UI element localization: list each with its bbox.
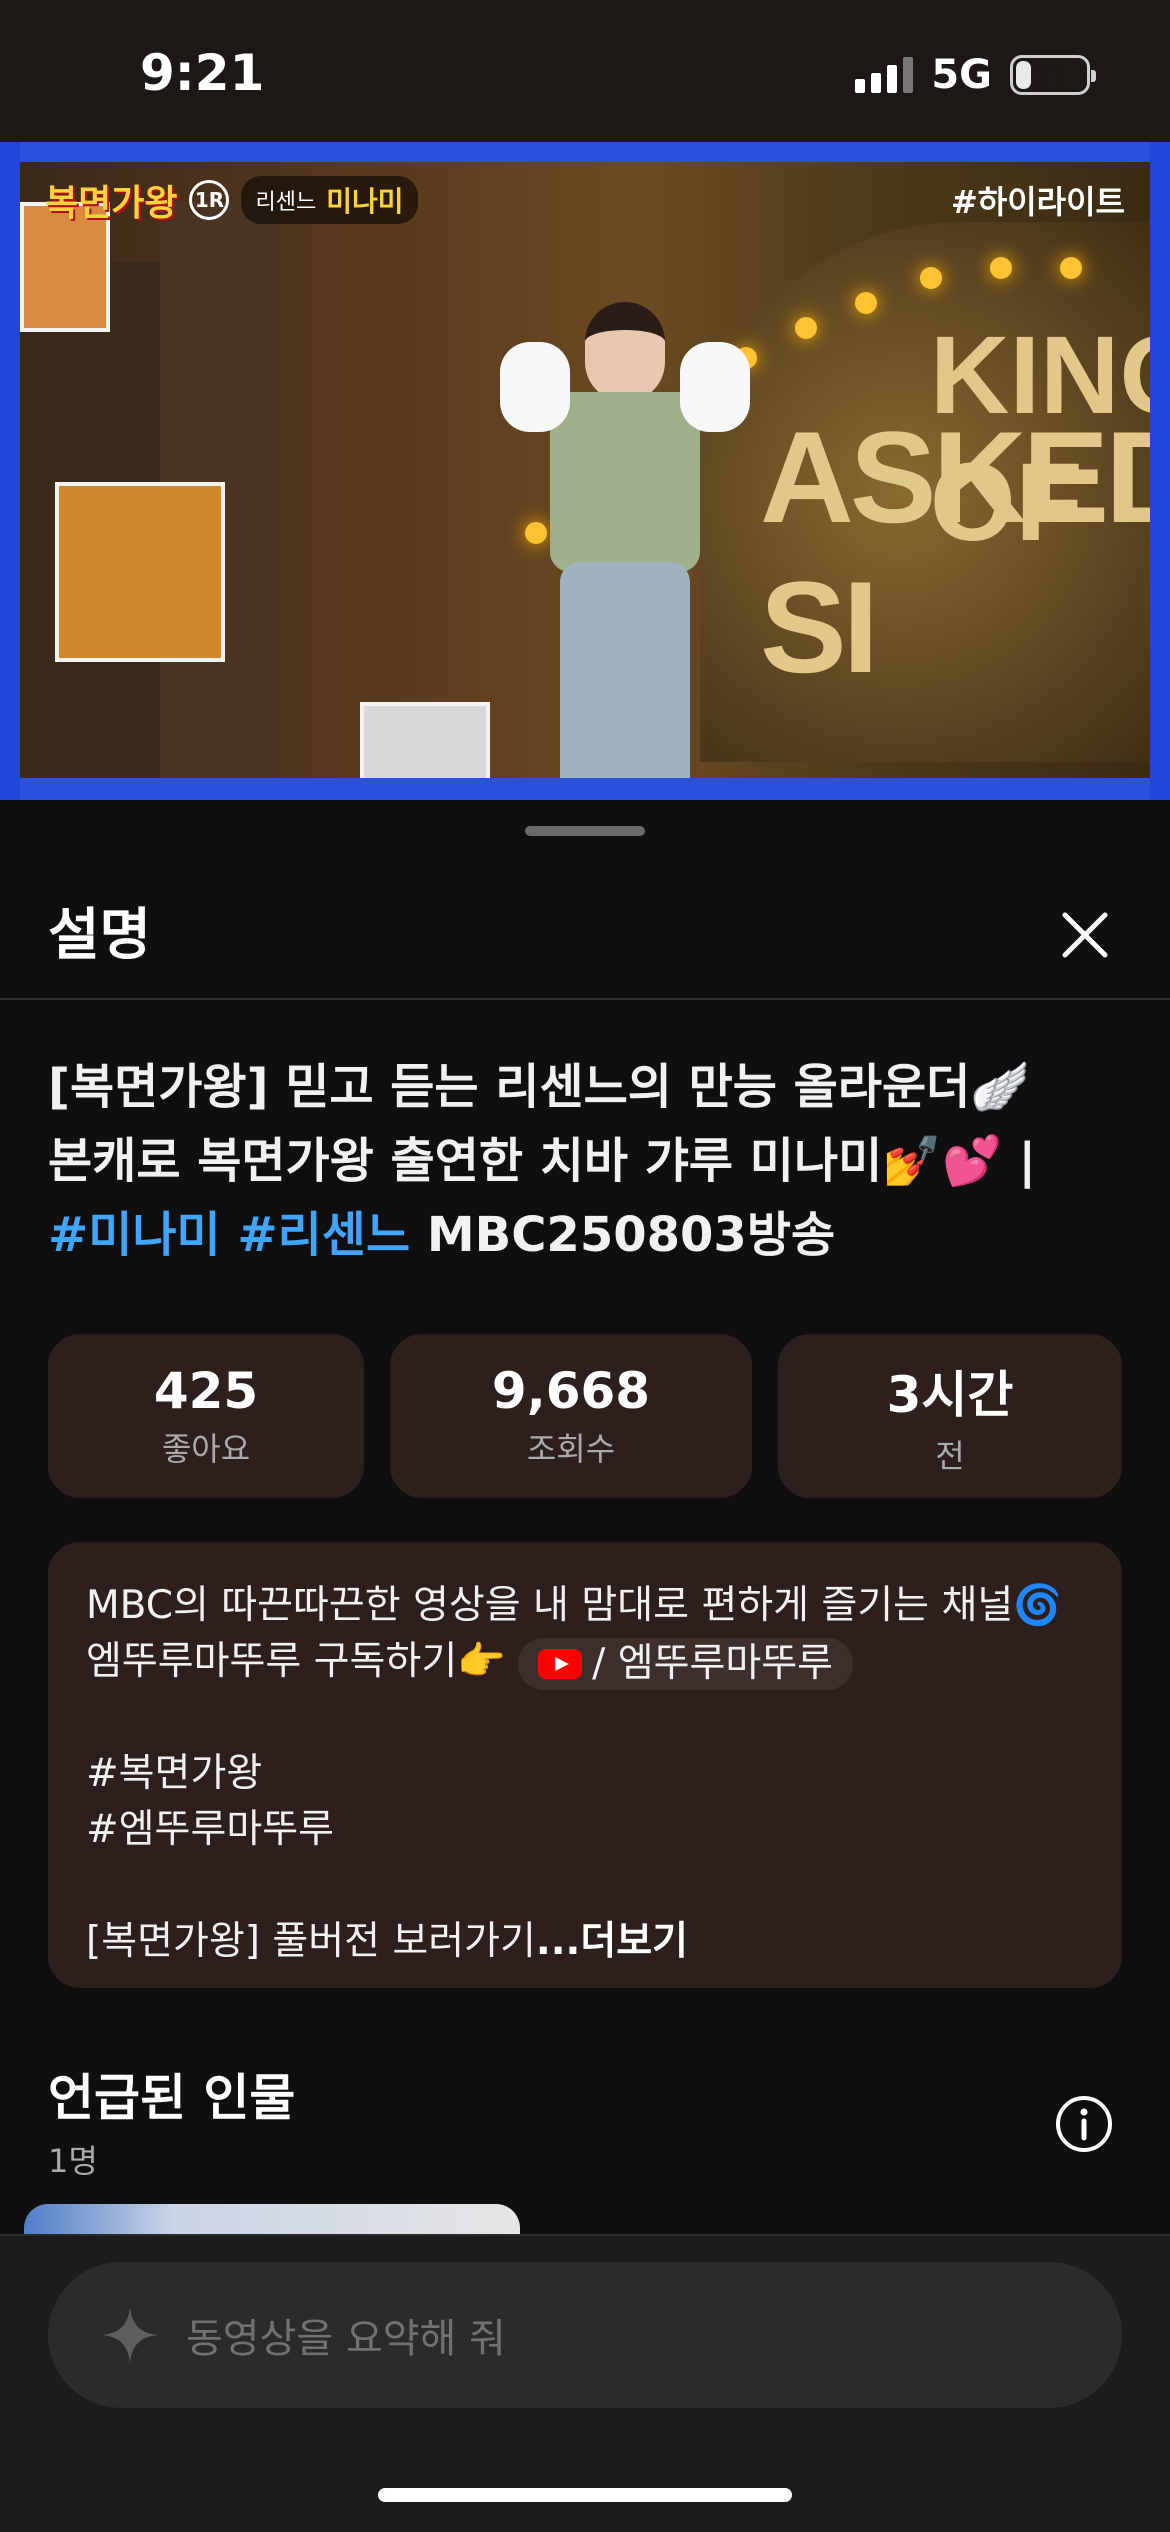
sheet-title: 설명 bbox=[48, 903, 152, 968]
ask-ai-placeholder: 동영상을 요약해 줘 bbox=[186, 2316, 506, 2362]
stage-bulb bbox=[1060, 257, 1082, 279]
stat-value: 9,668 bbox=[491, 1362, 651, 1420]
stage-bulb bbox=[990, 257, 1012, 279]
video-player[interactable]: KING OF ASKED SI 복면가왕 1R 리센느 미나미 #하이라이트 bbox=[0, 142, 1170, 800]
channel-link-label: / 엠뚜루마뚜루 bbox=[592, 1640, 833, 1686]
upload-time-stat: 3시간 전 bbox=[778, 1334, 1122, 1498]
video-title-line: [복면가왕] 믿고 듣는 리센느의 만능 올라운더🪽 bbox=[48, 1059, 1031, 1115]
video-title: [복면가왕] 믿고 듣는 리센느의 만능 올라운더🪽 본캐로 복면가왕 출연한 … bbox=[48, 1050, 1128, 1272]
poster-image bbox=[55, 482, 225, 662]
youtube-icon bbox=[538, 1648, 583, 1679]
performer bbox=[500, 302, 750, 800]
ask-ai-input[interactable]: 동영상을 요약해 줘 bbox=[48, 2262, 1122, 2408]
description-line: MBC의 따끈따끈한 영상을 내 맘대로 편하게 즐기는 채널🌀 bbox=[86, 1583, 1062, 1628]
round-badge: 1R bbox=[189, 180, 230, 220]
home-indicator[interactable] bbox=[378, 2488, 792, 2502]
hashtag-link[interactable]: #리센느 bbox=[237, 1207, 410, 1263]
battery-icon: 21 bbox=[1010, 55, 1096, 95]
subscribe-text: 엠뚜루마뚜루 구독하기👉 bbox=[86, 1639, 506, 1684]
status-bar: 9:21 5G 21 bbox=[0, 0, 1170, 142]
stat-label: 좋아요 bbox=[161, 1430, 251, 1468]
status-time: 9:21 bbox=[140, 44, 265, 102]
info-button[interactable] bbox=[1052, 2092, 1116, 2156]
show-logo-text: 복면가왕 bbox=[45, 183, 178, 224]
drag-handle[interactable] bbox=[525, 826, 645, 836]
channel-link-chip[interactable]: / 엠뚜루마뚜루 bbox=[518, 1637, 853, 1690]
video-title-line: #미나미 #리센느 MBC250803방송 bbox=[48, 1198, 1128, 1272]
hashtag-link[interactable]: #미나미 bbox=[48, 1207, 221, 1263]
views-stat: 9,668 조회수 bbox=[390, 1334, 752, 1498]
contestant-tag: 리센느 미나미 bbox=[241, 176, 418, 224]
network-label: 5G bbox=[931, 52, 992, 98]
stage-bulb bbox=[920, 267, 942, 289]
status-icons: 5G 21 bbox=[855, 52, 1096, 98]
stats-row: 425 좋아요 9,668 조회수 3시간 전 bbox=[48, 1334, 1122, 1498]
video-frame bbox=[1150, 142, 1170, 800]
show-logo: 복면가왕 1R 리센느 미나미 bbox=[45, 174, 418, 226]
likes-stat: 425 좋아요 bbox=[48, 1334, 364, 1498]
battery-fill bbox=[1016, 61, 1031, 89]
info-icon bbox=[1056, 2096, 1112, 2152]
performer-legs bbox=[560, 562, 690, 800]
stage-bulb bbox=[855, 292, 877, 314]
broadcast-info: MBC250803방송 bbox=[426, 1207, 836, 1263]
mentioned-people-count: 1명 bbox=[48, 2142, 98, 2180]
video-title-line: 본캐로 복면가왕 출연한 치바 갸루 미나미💅💕 | bbox=[48, 1133, 1037, 1189]
performer-torso bbox=[550, 392, 700, 572]
description-line: 엠뚜루마뚜루 구독하기👉 / 엠뚜루마뚜루 bbox=[86, 1634, 1084, 1690]
bottom-bar: 동영상을 요약해 줘 bbox=[0, 2234, 1170, 2532]
highlight-badge: #하이라이트 bbox=[950, 183, 1125, 221]
stat-label: 전 bbox=[935, 1437, 965, 1475]
close-icon bbox=[1062, 912, 1108, 958]
contestant-group: 리센느 bbox=[255, 190, 317, 215]
stat-value: 3시간 bbox=[886, 1366, 1014, 1424]
hashtag-link[interactable]: #엠뚜루마뚜루 bbox=[86, 1802, 1084, 1858]
performer-head bbox=[585, 302, 665, 402]
more-button[interactable]: ...더보기 bbox=[536, 1919, 688, 1964]
stat-label: 조회수 bbox=[526, 1430, 616, 1468]
hashtag-link[interactable]: #복면가왕 bbox=[86, 1746, 1084, 1802]
video-frame bbox=[0, 142, 20, 800]
person-card[interactable] bbox=[24, 2204, 520, 2234]
mentioned-people-title: 언급된 인물 bbox=[48, 2069, 296, 2127]
description-box[interactable]: MBC의 따끈따끈한 영상을 내 맘대로 편하게 즐기는 채널🌀 엠뚜루마뚜루 … bbox=[48, 1542, 1122, 1988]
signal-icon bbox=[855, 57, 914, 93]
divider bbox=[0, 998, 1170, 1000]
contestant-name: 미나미 bbox=[326, 185, 404, 218]
description-line: [복면가왕] 풀버전 보러가기...더보기 bbox=[86, 1914, 1084, 1970]
close-button[interactable] bbox=[1030, 880, 1140, 990]
performer-glove-right bbox=[680, 342, 750, 432]
description-sheet: 설명 [복면가왕] 믿고 듣는 리센느의 만능 올라운더🪽 본캐로 복면가왕 출… bbox=[0, 800, 1170, 2532]
stat-value: 425 bbox=[153, 1362, 259, 1420]
full-version-text: [복면가왕] 풀버전 보러가기 bbox=[86, 1919, 536, 1964]
battery-level: 21 bbox=[1030, 58, 1070, 92]
video-frame bbox=[0, 778, 1170, 800]
stage-sign-text: ASKED SI bbox=[760, 404, 1170, 700]
stage-bulb bbox=[795, 317, 817, 339]
video-frame bbox=[0, 142, 1170, 162]
sparkle-icon bbox=[102, 2307, 158, 2363]
performer-glove-left bbox=[500, 342, 570, 432]
